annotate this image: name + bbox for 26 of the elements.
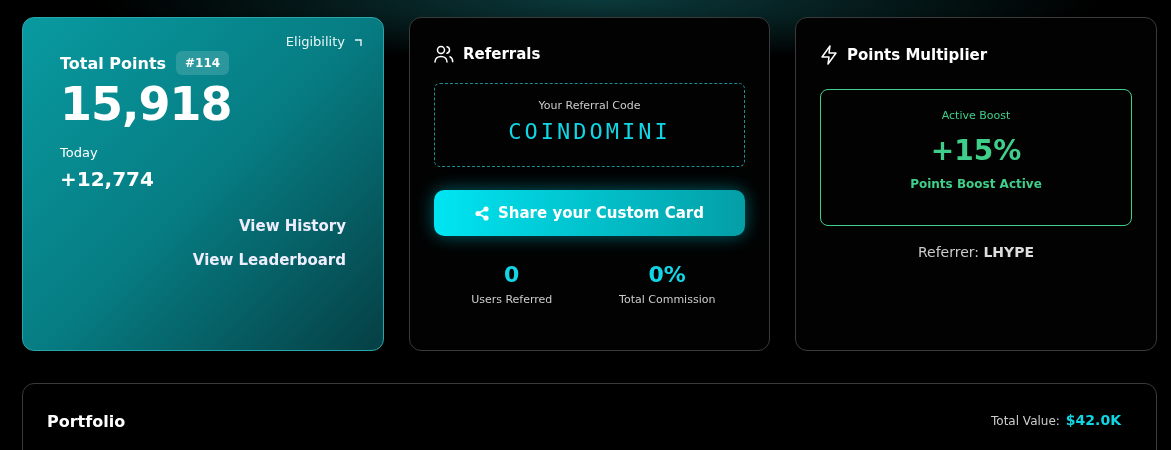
users-icon — [434, 45, 454, 63]
lightning-icon — [820, 45, 838, 65]
boost-label: Active Boost — [941, 109, 1011, 122]
today-label: Today — [60, 145, 99, 160]
boost-status: Points Boost Active — [910, 177, 1042, 191]
referral-code: COINDOMINI — [508, 119, 671, 144]
points-total: 15,918 — [60, 77, 233, 131]
total-value: $42.0K — [1065, 412, 1121, 428]
stat-label: Total Commission — [619, 293, 716, 306]
referrer-text: Referrer: LHYPE — [916, 244, 1036, 260]
view-link[interactable]: View Leaderboard — [192, 251, 346, 269]
boost-value: +15% — [930, 134, 1022, 167]
view-link[interactable]: View History — [239, 217, 346, 235]
stat-label: Users Referred — [471, 293, 553, 306]
portfolio-title: Portfolio — [47, 412, 126, 431]
share-icon — [475, 205, 489, 221]
stat-value: 0% — [648, 262, 686, 287]
card-title: Total Points — [60, 53, 167, 73]
eligibility-link[interactable]: Eligibility — [285, 34, 345, 49]
card-title: Referrals — [463, 45, 541, 63]
rank-badge: #114 — [176, 51, 230, 75]
code-label: Your Referral Code — [538, 99, 641, 112]
card-title: Points Multiplier — [847, 46, 988, 64]
total-value-label: Total Value: — [991, 414, 1060, 428]
today-value: +12,774 — [60, 167, 155, 191]
stat-value: 0 — [504, 262, 520, 287]
